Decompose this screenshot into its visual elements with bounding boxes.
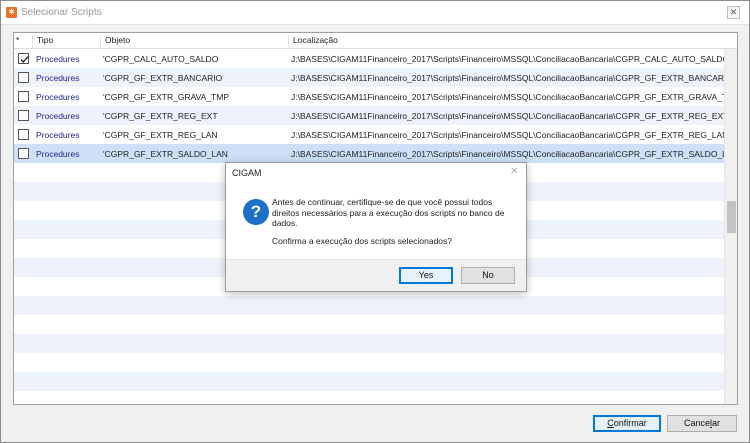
cancel-label-prefix: Cance: [683, 418, 710, 428]
cell-localizacao: J:\BASES\CIGAM11Financeiro_2017\Scripts\…: [291, 92, 738, 102]
empty-row: [14, 372, 724, 391]
cell-tipo: Procedures: [36, 149, 80, 159]
cell-objeto: 'CGPR_GF_EXTR_REG_LAN: [103, 130, 218, 140]
empty-row: [14, 391, 724, 404]
cancel-label-suffix: ar: [712, 418, 721, 428]
question-icon: ?: [243, 199, 269, 225]
scrollbar-thumb[interactable]: [727, 201, 736, 233]
cell-localizacao: J:\BASES\CIGAM11Financeiro_2017\Scripts\…: [291, 111, 738, 121]
table-row[interactable]: Procedures 'CGPR_GF_EXTR_REG_EXT J:\BASES\…: [14, 106, 737, 125]
yes-button[interactable]: Yes: [399, 267, 453, 284]
cell-tipo: Procedures: [36, 92, 80, 102]
column-header-check[interactable]: *: [16, 35, 19, 48]
column-header-localizacao[interactable]: Localização: [288, 35, 338, 48]
cell-localizacao: J:\BASES\CIGAM11Financeiro_2017\Scripts\…: [291, 130, 738, 140]
empty-row: [14, 334, 724, 353]
cell-localizacao: J:\BASES\CIGAM11Financeiro_2017\Scripts\…: [291, 54, 738, 64]
cancel-button[interactable]: Cancelar: [667, 415, 737, 432]
no-button[interactable]: No: [461, 267, 515, 284]
row-checkbox[interactable]: [18, 110, 29, 121]
table-row[interactable]: Procedures 'CGPR_GF_EXTR_SALDO_LAN J:\BASE…: [14, 144, 737, 163]
dialog-title: CIGAM: [232, 168, 262, 178]
vertical-scrollbar[interactable]: [724, 49, 737, 404]
dialog-question: Confirma a execução dos scripts selecion…: [272, 236, 453, 246]
cell-localizacao: J:\BASES\CIGAM11Financeiro_2017\Scripts\…: [291, 73, 738, 83]
cell-objeto: 'CGPR_GF_EXTR_SALDO_LAN: [103, 149, 228, 159]
confirm-button[interactable]: Confirmar: [593, 415, 661, 432]
table-row[interactable]: Procedures 'CGPR_CALC_AUTO_SALDO J:\BASES\…: [14, 49, 737, 68]
dialog-close-icon[interactable]: ✕: [510, 166, 518, 177]
window-title: Selecionar Scripts: [21, 7, 102, 18]
column-header-tipo[interactable]: Tipo: [32, 35, 53, 48]
row-checkbox[interactable]: [18, 53, 29, 64]
cell-tipo: Procedures: [36, 54, 80, 64]
cell-objeto: 'CGPR_GF_EXTR_REG_EXT: [103, 111, 218, 121]
table-row[interactable]: Procedures 'CGPR_GF_EXTR_REG_LAN J:\BASES\…: [14, 125, 737, 144]
dialog-body: ? Antes de continuar, certifique-se de q…: [226, 185, 526, 259]
confirmation-dialog: CIGAM ✕ ? Antes de continuar, certifique…: [225, 162, 527, 292]
cell-tipo: Procedures: [36, 111, 80, 121]
table-row[interactable]: Procedures 'CGPR_GF_EXTR_BANCARIO J:\BASES…: [14, 68, 737, 87]
dialog-footer: Yes No: [226, 259, 526, 291]
cell-tipo: Procedures: [36, 130, 80, 140]
row-checkbox[interactable]: [18, 72, 29, 83]
column-header-objeto[interactable]: Objeto: [100, 35, 130, 48]
row-checkbox[interactable]: [18, 91, 29, 102]
confirm-label: onfirmar: [613, 418, 647, 428]
empty-row: [14, 315, 724, 334]
row-checkbox[interactable]: [18, 129, 29, 140]
app-icon: ✱: [6, 7, 17, 18]
row-checkbox[interactable]: [18, 148, 29, 159]
cell-objeto: 'CGPR_GF_EXTR_BANCARIO: [103, 73, 223, 83]
cell-localizacao: J:\BASES\CIGAM11Financeiro_2017\Scripts\…: [291, 149, 738, 159]
grid-header: * Tipo Objeto Localização: [14, 33, 737, 49]
empty-row: [14, 353, 724, 372]
table-row[interactable]: Procedures 'CGPR_GF_EXTR_GRAVA_TMP J:\BASE…: [14, 87, 737, 106]
dialog-message: Antes de continuar, certifique-se de que…: [272, 197, 505, 228]
cell-tipo: Procedures: [36, 73, 80, 83]
title-bar: ✱ Selecionar Scripts ✕: [1, 1, 749, 25]
cell-objeto: 'CGPR_CALC_AUTO_SALDO: [103, 54, 219, 64]
window-close-button[interactable]: ✕: [727, 6, 740, 19]
empty-row: [14, 296, 724, 315]
cell-objeto: 'CGPR_GF_EXTR_GRAVA_TMP: [103, 92, 230, 102]
